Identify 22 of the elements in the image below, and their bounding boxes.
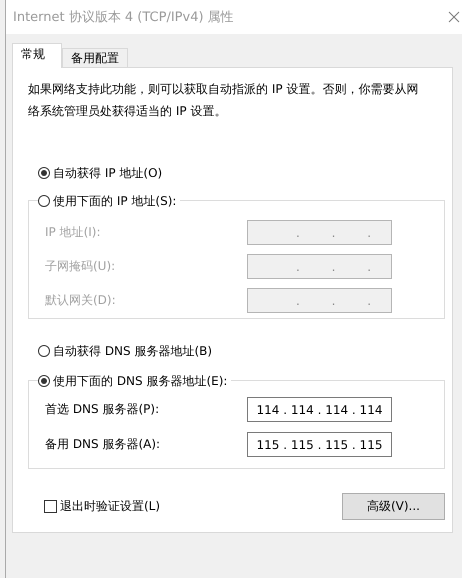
- tab[interactable]: 备用配置: [62, 48, 128, 67]
- description-text: 如果网络支持此功能，则可以获取自动指派的 IP 设置。否则，你需要从网络系统管理员处获得适当的 IP 设置。: [28, 81, 420, 120]
- tab[interactable]: 常规: [12, 43, 62, 68]
- window-title: Internet 协议版本 4 (TCP/IPv4) 属性: [13, 9, 234, 26]
- ip-address-field[interactable]: 115 . 115 . 115 . 115: [247, 432, 392, 457]
- radio-button[interactable]: [38, 375, 50, 387]
- field-label: IP 地址(I):: [45, 224, 102, 241]
- radio-button[interactable]: [38, 195, 50, 207]
- advanced-button[interactable]: 高级(V)...: [342, 493, 445, 520]
- checkbox-label[interactable]: 退出时验证设置(L): [60, 498, 160, 515]
- ip-address-field[interactable]: 114 . 114 . 114 . 114: [247, 397, 392, 422]
- radio-label[interactable]: 自动获得 DNS 服务器地址(B): [53, 342, 212, 360]
- field-label: 备用 DNS 服务器(A):: [45, 436, 162, 453]
- radio-button[interactable]: [38, 167, 50, 179]
- field-label: 首选 DNS 服务器(P):: [45, 401, 160, 418]
- radio-button[interactable]: [38, 345, 50, 357]
- close-icon[interactable]: [448, 11, 460, 23]
- checkbox[interactable]: [44, 500, 57, 513]
- field-label: 子网掩码(U):: [45, 258, 116, 275]
- radio-label[interactable]: 使用下面的 IP 地址(S):: [53, 192, 176, 210]
- field-label: 默认网关(D):: [45, 292, 117, 309]
- radio-label[interactable]: 自动获得 IP 地址(O): [53, 164, 162, 182]
